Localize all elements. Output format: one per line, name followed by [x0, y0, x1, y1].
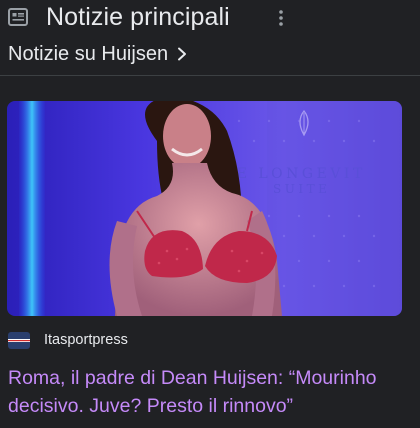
topic-link[interactable]: Notizie su Huijsen: [8, 40, 188, 68]
more-vert-icon[interactable]: [276, 8, 286, 28]
article-source: Itasportpress: [8, 331, 128, 349]
source-logo-icon: [8, 331, 30, 349]
article-photo: HE LONGEVIT SUITE: [7, 101, 402, 316]
article-headline[interactable]: Roma, il padre di Dean Huijsen: “Mourinh…: [8, 364, 413, 420]
app-header: Notizie principali: [0, 0, 420, 36]
chevron-right-icon: [178, 47, 187, 61]
wall-text-line2: SUITE: [273, 182, 330, 196]
topic-label: Notizie su Huijsen: [8, 43, 169, 65]
divider: [0, 75, 420, 76]
source-name: Itasportpress: [44, 332, 128, 348]
article-image[interactable]: HE LONGEVIT SUITE: [7, 101, 402, 316]
page-title: Notizie principali: [46, 3, 230, 31]
newspaper-icon: [8, 8, 28, 26]
wall-text-line1: HE LONGEVIT: [221, 166, 366, 182]
